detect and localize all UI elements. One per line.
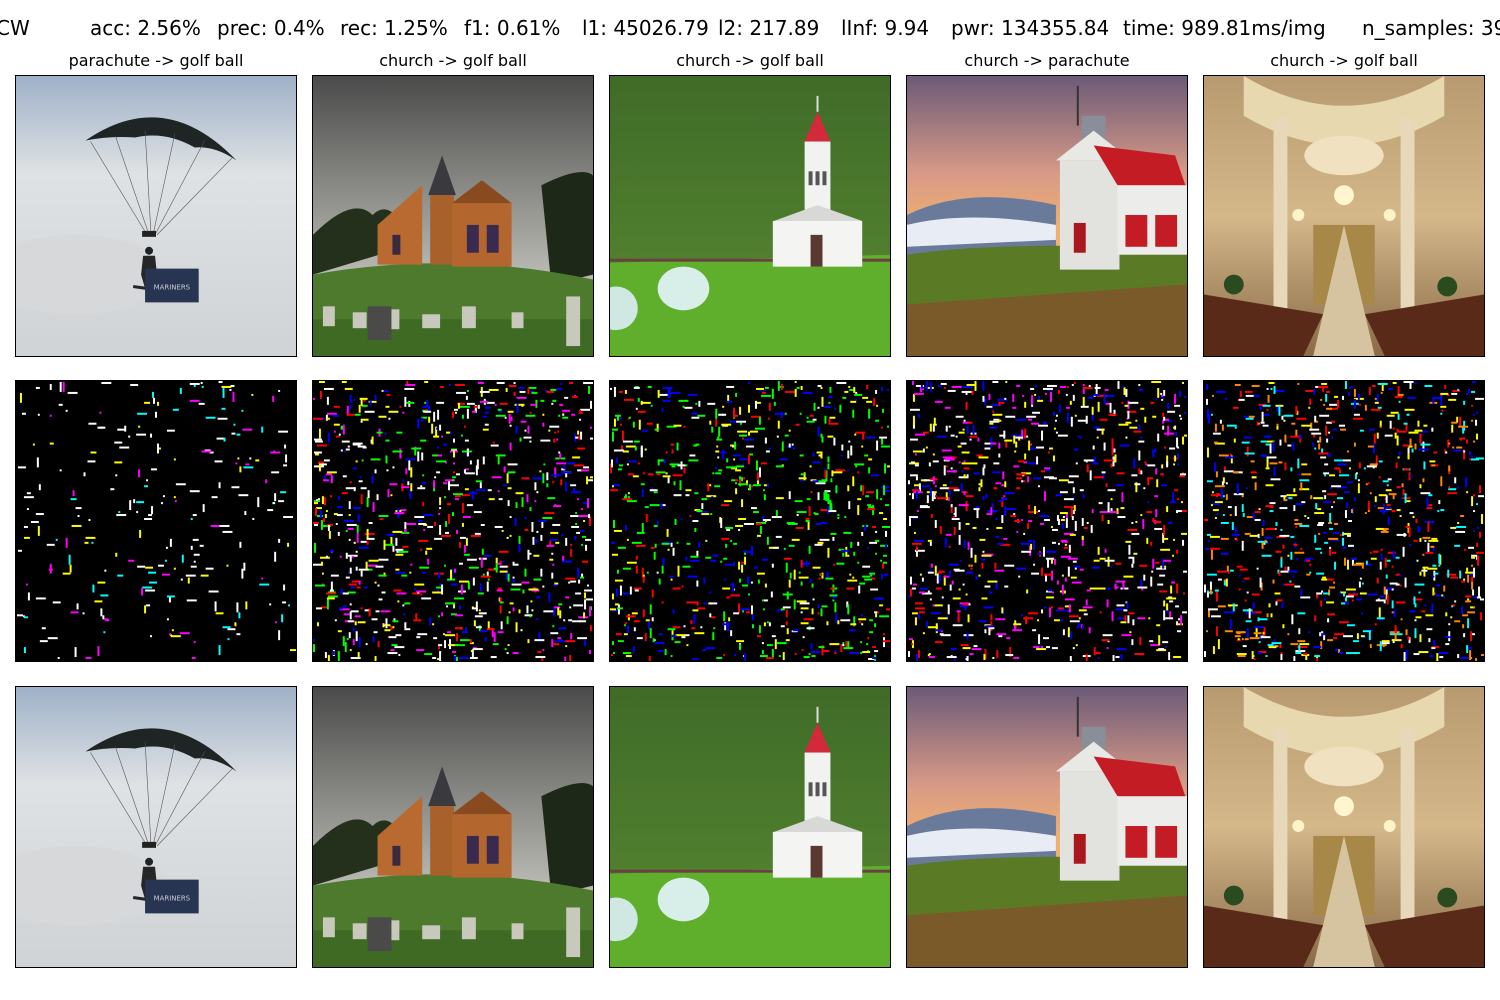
original-image-stone-church (312, 75, 594, 357)
power-stat: pwr: 134355.84 (951, 16, 1110, 40)
column-title: parachute -> golf ball (68, 51, 244, 70)
adversarial-image-red-roof-church (906, 686, 1188, 968)
time-stat: time: 989.81ms/img (1123, 16, 1326, 40)
column-title: church -> golf ball (379, 51, 527, 70)
l1-stat: l1: 45026.79 (582, 16, 709, 40)
precision-stat: prec: 0.4% (217, 16, 325, 40)
f1-stat: f1: 0.61% (464, 16, 561, 40)
original-image-parachute (15, 75, 297, 357)
metrics-header: CW acc: 2.56% prec: 0.4% rec: 1.25% f1: … (0, 14, 1500, 44)
linf-stat: lInf: 9.94 (841, 16, 930, 40)
column-title: church -> golf ball (676, 51, 824, 70)
adversarial-image-parachute (15, 686, 297, 968)
adversarial-image-white-chapel (609, 686, 891, 968)
perturbation-map (609, 380, 891, 662)
adversarial-image-stone-church (312, 686, 594, 968)
recall-stat: rec: 1.25% (340, 16, 448, 40)
perturbation-map (1203, 380, 1485, 662)
perturbation-map (15, 380, 297, 662)
method-label: CW (0, 16, 30, 40)
l2-stat: l2: 217.89 (718, 16, 820, 40)
sample-count-stat: n_samples: 39 (1362, 16, 1500, 40)
perturbation-map (906, 380, 1188, 662)
original-image-cathedral-interior (1203, 75, 1485, 357)
accuracy-stat: acc: 2.56% (90, 16, 201, 40)
adversarial-image-cathedral-interior (1203, 686, 1485, 968)
original-image-red-roof-church (906, 75, 1188, 357)
column-title: church -> parachute (964, 51, 1130, 70)
perturbation-map (312, 380, 594, 662)
column-title: church -> golf ball (1270, 51, 1418, 70)
original-image-white-chapel (609, 75, 891, 357)
